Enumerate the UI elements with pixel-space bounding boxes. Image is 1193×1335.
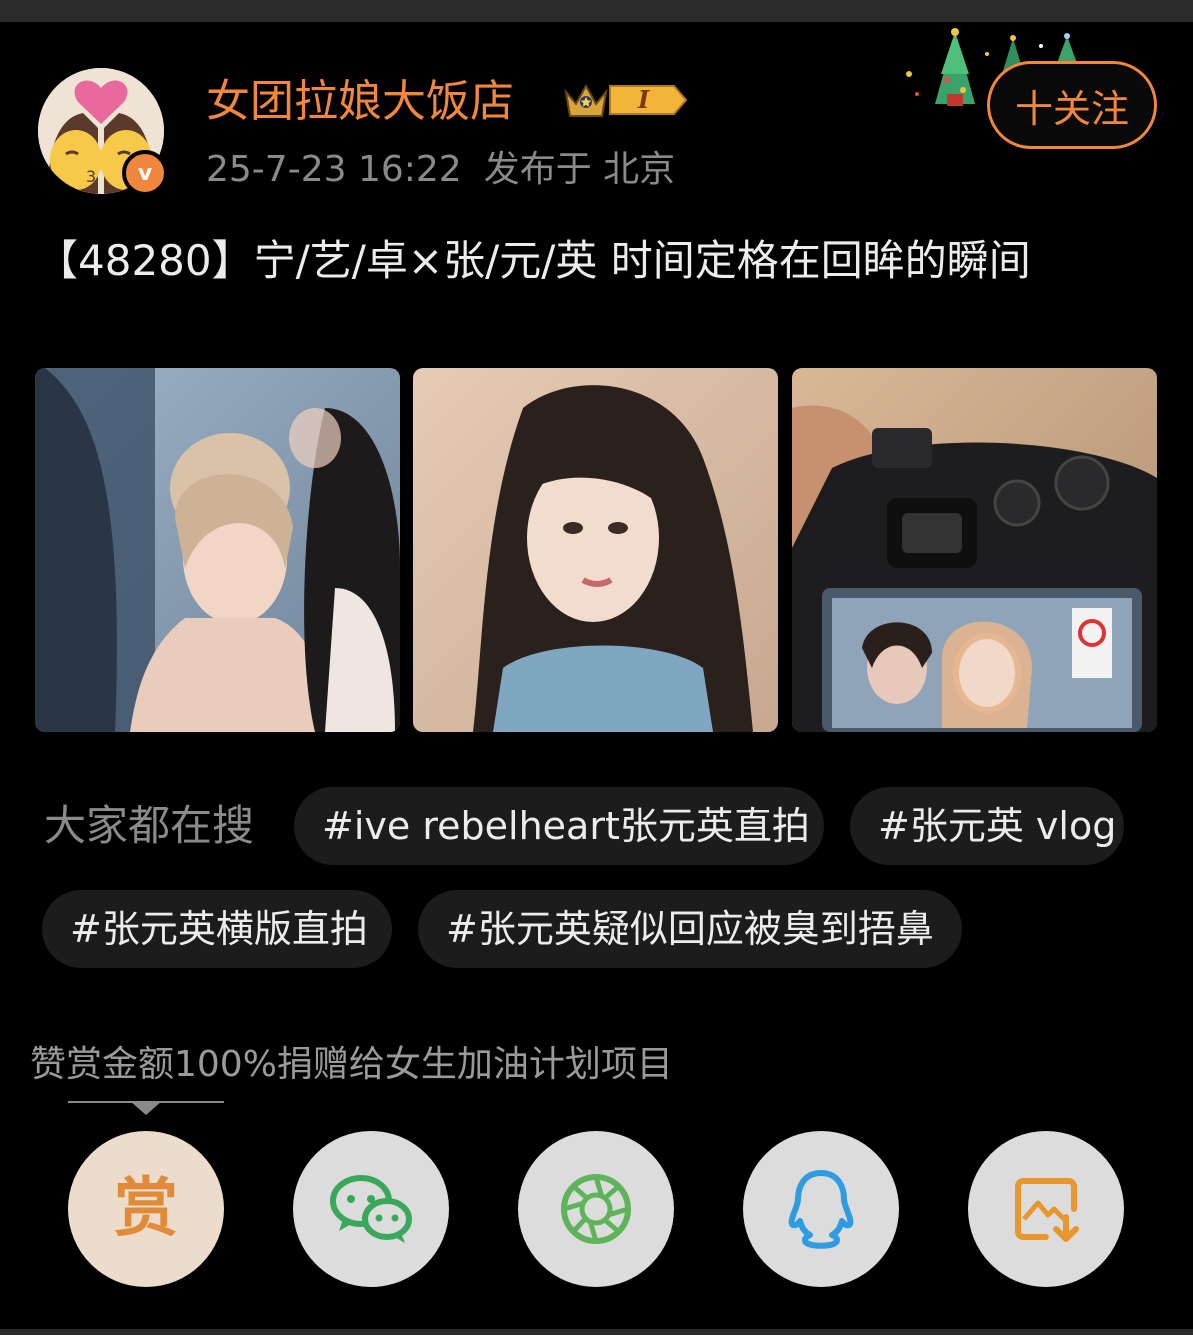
save-image-icon (1015, 1178, 1079, 1242)
search-chip[interactable]: #ive rebelheart张元英直拍 (294, 787, 824, 865)
reward-button[interactable]: 赏 (68, 1131, 224, 1287)
post-title: 【48280】宁/艺/卓×张/元/英 时间定格在回眸的瞬间 (36, 236, 1031, 285)
post-screen: 3 v 女团拉娘大饭店 I 25-7-23 16:22 发布于 北京 十关注 【… (0, 0, 1193, 1335)
share-qq-button[interactable] (743, 1131, 899, 1287)
wechat-icon (330, 1175, 412, 1243)
level-badge-text: I (637, 85, 650, 114)
crown-level-badge-icon: I (564, 83, 688, 117)
share-wechat-button[interactable] (293, 1131, 449, 1287)
search-chip[interactable]: #张元英 vlog (850, 787, 1124, 865)
moments-icon (561, 1174, 631, 1244)
post-image-1[interactable] (35, 368, 400, 732)
svg-text:3: 3 (86, 167, 96, 186)
follow-label: 十关注 (1014, 86, 1129, 131)
verified-badge-icon: v (122, 150, 168, 196)
tooltip-caret-icon (130, 1101, 162, 1115)
qq-icon (788, 1170, 854, 1249)
post-meta: 25-7-23 16:22 发布于 北京 (206, 146, 675, 194)
search-chip[interactable]: #张元英疑似回应被臭到捂鼻 (418, 890, 962, 968)
share-moments-button[interactable] (518, 1131, 674, 1287)
post-image-2[interactable] (413, 368, 778, 732)
bottom-edge (0, 1329, 1193, 1335)
status-bar (0, 0, 1193, 22)
reward-note: 赞赏金额100%捐赠给女生加油计划项目 (30, 1044, 673, 1085)
post-image-3[interactable] (792, 368, 1157, 732)
search-suggestions-label: 大家都在搜 (44, 801, 255, 850)
post-location: 发布于 北京 (483, 149, 676, 190)
post-timestamp: 25-7-23 16:22 (206, 149, 462, 190)
follow-button[interactable]: 十关注 (987, 61, 1157, 149)
save-image-button[interactable] (968, 1131, 1124, 1287)
reward-icon: 赏 (114, 1172, 178, 1246)
search-chip[interactable]: #张元英横版直拍 (42, 890, 392, 968)
author-name[interactable]: 女团拉娘大饭店 (206, 74, 514, 130)
